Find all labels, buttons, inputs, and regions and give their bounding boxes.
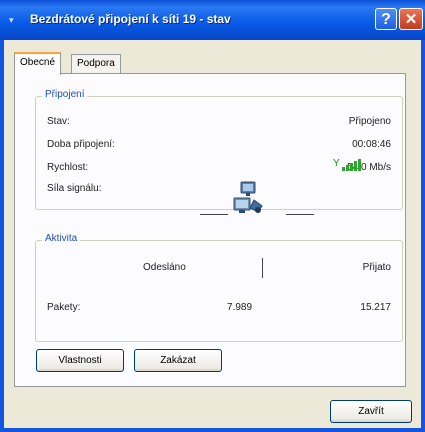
activity-group: Aktivita — [35, 233, 403, 342]
packets-divider — [262, 258, 263, 278]
packets-sent-value: 7.989 — [227, 302, 253, 313]
status-dialog: ▾ Bezdrátové připojení k síti 19 - stav … — [0, 0, 425, 432]
close-window-button[interactable]: ✕ — [399, 8, 423, 30]
signal-bar — [342, 167, 345, 171]
signal-bar — [346, 165, 349, 171]
signal-bar — [350, 163, 353, 171]
sent-label: Odesláno — [143, 262, 186, 273]
received-label: Přijato — [362, 262, 391, 273]
tab-panel-general: Připojení Stav: Připojeno Doba připojení… — [14, 73, 406, 387]
packets-label: Pakety: — [47, 302, 81, 313]
help-icon: ? — [381, 11, 391, 28]
signal-bar — [354, 161, 357, 171]
duration-label: Doba připojení: — [47, 139, 115, 150]
help-button[interactable]: ? — [375, 8, 397, 30]
wireless-icon: ▾ — [9, 15, 14, 25]
status-value: Připojeno — [348, 116, 391, 127]
status-label: Stav: — [47, 116, 70, 127]
signal-strength-indicator: Y — [333, 157, 363, 171]
network-computers-icon — [233, 181, 263, 213]
signal-bar — [358, 159, 361, 171]
signal-strength-label: Síla signálu: — [47, 183, 102, 194]
packets-received-value: 15.217 — [360, 302, 391, 313]
speed-label: Rychlost: — [47, 162, 89, 173]
properties-button[interactable]: Vlastnosti — [36, 349, 124, 372]
connection-legend: Připojení — [42, 89, 88, 100]
window-border-left — [0, 40, 4, 432]
tab-support[interactable]: Podpora — [71, 54, 121, 73]
received-activity-line — [286, 214, 314, 215]
sent-activity-line — [200, 214, 228, 215]
title-bar[interactable]: ▾ Bezdrátové připojení k síti 19 - stav … — [0, 0, 425, 40]
window-border-bottom — [0, 428, 425, 432]
window-title: Bezdrátové připojení k síti 19 - stav — [30, 12, 231, 26]
tab-general[interactable]: Obecné — [14, 52, 62, 75]
disable-button[interactable]: Zakázat — [134, 349, 222, 372]
activity-legend: Aktivita — [42, 233, 81, 244]
close-button[interactable]: Zavřít — [330, 400, 412, 423]
duration-value: 00:08:46 — [352, 139, 391, 150]
window-border-right — [421, 40, 425, 432]
close-icon: ✕ — [404, 11, 418, 28]
antenna-icon: Y — [333, 158, 340, 169]
